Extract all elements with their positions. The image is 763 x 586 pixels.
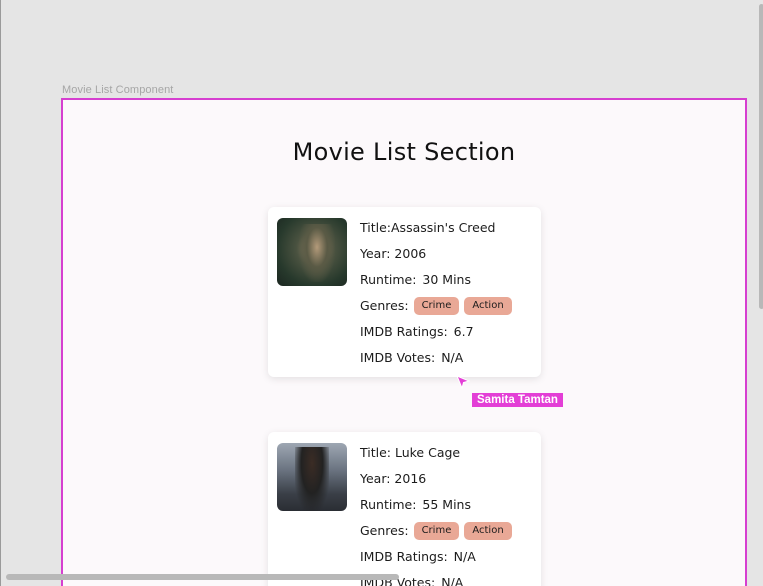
movie-title: Title:Assassin's Creed [360, 215, 512, 241]
genre-tag-crime: Crime [413, 522, 460, 540]
movie-year: Year: 2016 [360, 466, 512, 492]
runtime-value: 30 Mins [422, 272, 471, 287]
votes-value: N/A [441, 350, 464, 365]
movie-card[interactable]: Title:Assassin's Creed Year: 2006 Runtim… [268, 207, 541, 377]
movie-poster [277, 443, 347, 511]
movie-list-frame[interactable]: Movie List Section Title:Assassin's Cree… [61, 98, 747, 586]
collaborator-name-badge: Samita Tamtan [472, 393, 563, 407]
movie-title-text: Title:Assassin's Creed [360, 220, 496, 235]
movie-runtime: Runtime: 55 Mins [360, 492, 512, 518]
movie-poster [277, 218, 347, 286]
cursor-icon [456, 375, 470, 389]
movie-votes: IMDB Votes: N/A [360, 345, 512, 371]
rating-value: 6.7 [453, 324, 474, 339]
movie-title-text: Title: Luke Cage [360, 445, 461, 460]
movie-year-text: Year: 2016 [360, 471, 427, 486]
genres-label: Genres: [360, 298, 409, 313]
rating-label: IMDB Ratings: [360, 549, 448, 564]
genre-tag-crime: Crime [413, 297, 460, 315]
horizontal-scrollbar[interactable] [6, 574, 399, 580]
movie-year: Year: 2006 [360, 241, 512, 267]
frame-label[interactable]: Movie List Component [62, 84, 173, 96]
movie-runtime: Runtime: 30 Mins [360, 267, 512, 293]
votes-label: IMDB Votes: [360, 350, 436, 365]
movie-info: Title:Assassin's Creed Year: 2006 Runtim… [360, 215, 512, 371]
runtime-value: 55 Mins [422, 497, 471, 512]
runtime-label: Runtime: [360, 272, 417, 287]
movie-title: Title: Luke Cage [360, 440, 512, 466]
votes-value: N/A [441, 575, 464, 586]
movie-genres: Genres: Crime Action [360, 293, 512, 319]
design-canvas[interactable]: Movie List Component Movie List Section … [0, 0, 763, 586]
genre-tag-action: Action [464, 297, 512, 315]
movie-genres: Genres: Crime Action [360, 518, 512, 544]
movie-rating: IMDB Ratings: N/A [360, 544, 512, 570]
page-title: Movie List Section [292, 138, 516, 166]
genre-tag-action: Action [464, 522, 512, 540]
rating-value: N/A [453, 549, 476, 564]
canvas-edge-divider [0, 0, 1, 586]
movie-info: Title: Luke Cage Year: 2016 Runtime: 55 … [360, 440, 512, 586]
movie-rating: IMDB Ratings: 6.7 [360, 319, 512, 345]
movie-card[interactable]: Title: Luke Cage Year: 2016 Runtime: 55 … [268, 432, 541, 586]
rating-label: IMDB Ratings: [360, 324, 448, 339]
vertical-scrollbar[interactable] [759, 4, 763, 309]
genres-label: Genres: [360, 523, 409, 538]
movie-year-text: Year: 2006 [360, 246, 427, 261]
runtime-label: Runtime: [360, 497, 417, 512]
